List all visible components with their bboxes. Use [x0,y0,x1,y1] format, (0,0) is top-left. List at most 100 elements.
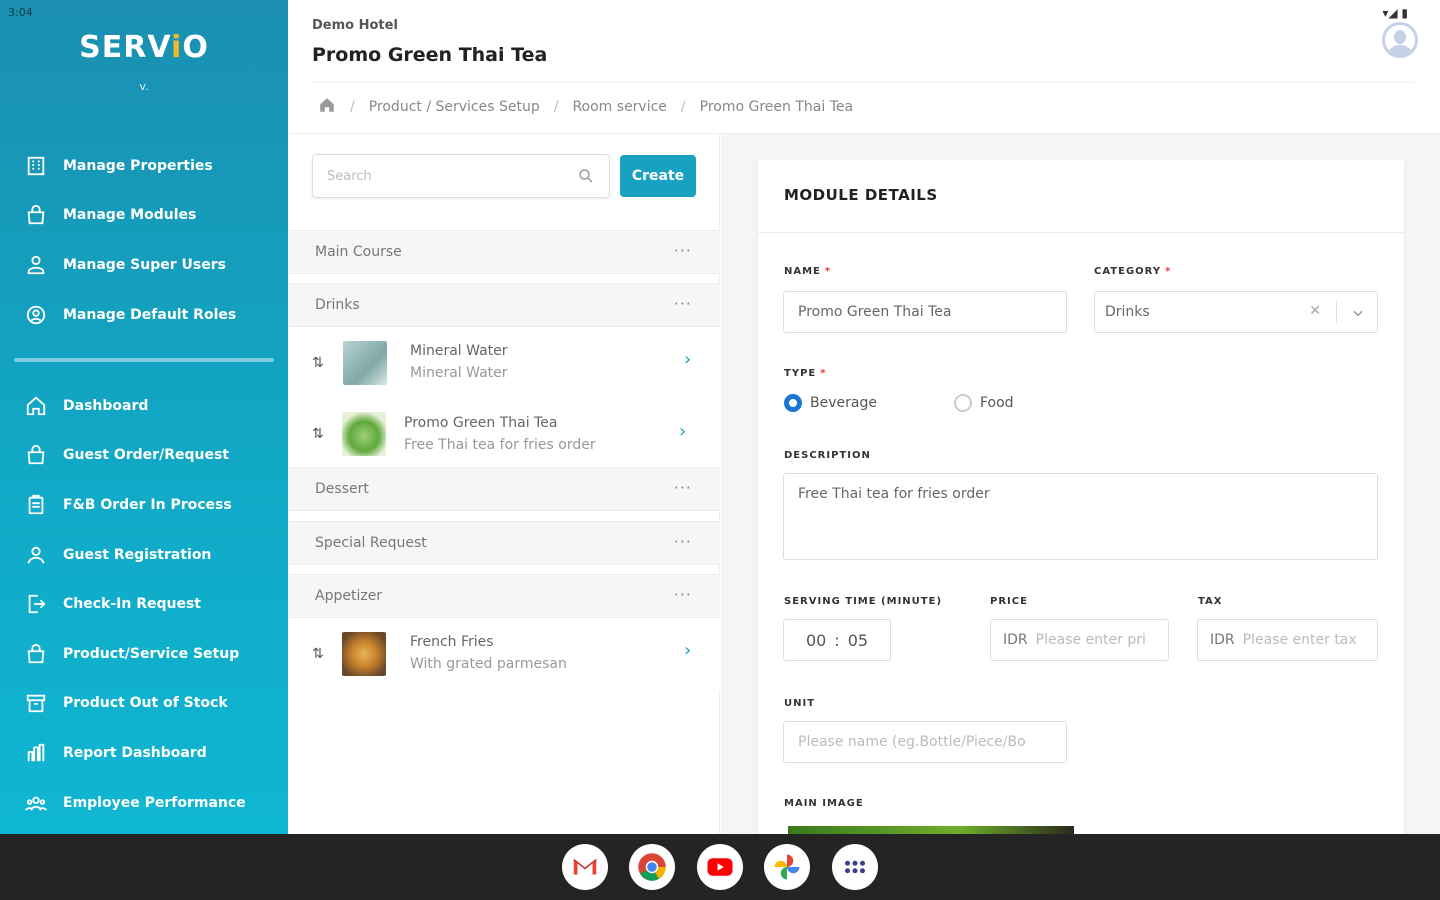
clipboard-icon [24,493,48,517]
bag-icon [24,443,48,467]
description-textarea[interactable]: Free Thai tea for fries order [783,473,1378,560]
sidebar-item-product-out-of-stock[interactable]: Product Out of Stock [0,679,288,729]
more-icon[interactable]: ··· [674,532,692,551]
serving-time-field[interactable]: 00:05 [783,619,891,661]
sidebar-item-product-service-setup[interactable]: Product/Service Setup [0,629,288,679]
chevron-right-icon[interactable]: › [679,421,686,442]
app-launcher-icon[interactable] [832,844,878,890]
breadcrumb-current: Promo Green Thai Tea [699,99,854,115]
drag-handle-icon[interactable]: ⇅ [312,355,324,371]
photos-icon[interactable] [764,844,810,890]
sidebar-item-guest-registration[interactable]: Guest Registration [0,530,288,580]
role-icon [24,303,48,327]
type-label: TYPE * [784,368,827,379]
hotel-name: Demo Hotel [312,18,398,33]
checkin-icon [24,592,48,616]
chart-icon [24,741,48,765]
sidebar-item-guest-order[interactable]: Guest Order/Request [0,431,288,481]
product-row-promo-green-thai-tea[interactable]: ⇅ Promo Green Thai Tea Free Thai tea for… [288,401,720,467]
youtube-icon[interactable] [697,844,743,890]
archive-icon [24,691,48,715]
more-icon[interactable]: ··· [674,241,692,260]
breadcrumb: / Product / Services Setup / Room servic… [318,96,853,118]
users-icon [24,253,48,277]
admin-nav: Manage Properties Manage Modules Manage … [0,141,288,339]
sidebar-item-check-in-request[interactable]: Check-In Request [0,579,288,629]
sidebar-item-report-dashboard[interactable]: Report Dashboard [0,728,288,778]
sidebar-item-manage-super-users[interactable]: Manage Super Users [0,240,288,290]
product-row-mineral-water[interactable]: ⇅ Mineral Water Mineral Water › [288,327,720,399]
product-thumbnail [342,412,386,456]
card-title: MODULE DETAILS [784,186,938,204]
type-radio-beverage[interactable]: Beverage [784,394,877,412]
sidebar-item-dashboard[interactable]: Dashboard [0,381,288,431]
app-version: v. [139,80,149,93]
sidebar-item-manage-default-roles[interactable]: Manage Default Roles [0,290,288,340]
radio-unchecked [954,394,972,412]
gmail-icon[interactable] [562,844,608,890]
status-icons: ▾◢ ▮ [1382,6,1408,20]
product-row-french-fries[interactable]: ⇅ French Fries With grated parmesan › [288,618,720,690]
sidebar-item-employee-performance[interactable]: Employee Performance [0,778,288,828]
taskbar [0,834,1440,900]
category-appetizer[interactable]: Appetizer ··· [288,574,720,618]
chevron-down-icon[interactable] [1351,306,1365,320]
chevron-right-icon[interactable]: › [684,640,691,661]
search-icon[interactable] [577,167,595,185]
unit-label: UNIT [784,698,816,709]
tax-label: TAX [1198,596,1223,607]
status-time: 3:04 [8,6,33,19]
drag-handle-icon[interactable]: ⇅ [312,426,324,442]
breadcrumb-room-service[interactable]: Room service [572,99,666,115]
search-box [312,154,610,198]
product-thumbnail [343,341,387,385]
category-dessert[interactable]: Dessert ··· [288,467,720,511]
category-select[interactable]: Drinks ✕ [1094,291,1378,333]
chevron-right-icon[interactable]: › [684,349,691,370]
name-label: NAME * [784,266,832,277]
tax-field[interactable]: IDR Please enter tax [1197,619,1378,661]
main-nav: Dashboard Guest Order/Request F&B Order … [0,381,288,827]
drag-handle-icon[interactable]: ⇅ [312,646,324,662]
user-icon [24,543,48,567]
more-icon[interactable]: ··· [674,478,692,497]
breadcrumb-product-setup[interactable]: Product / Services Setup [369,99,540,115]
app-logo: SERViO [79,30,209,65]
unit-field[interactable]: Please name (eg.Bottle/Piece/Bo [783,721,1067,763]
create-button[interactable]: Create [620,155,696,197]
description-label: DESCRIPTION [784,450,871,461]
sidebar-item-manage-properties[interactable]: Manage Properties [0,141,288,191]
price-field[interactable]: IDR Please enter pri [990,619,1169,661]
category-drinks[interactable]: Drinks ··· [288,283,720,327]
product-thumbnail [342,632,386,676]
main-image-preview[interactable] [788,826,1074,834]
price-label: PRICE [990,596,1028,607]
product-list-panel: Create Main Course ··· Drinks ··· ⇅ Mine… [288,134,720,834]
chrome-icon[interactable] [629,844,675,890]
bag-icon [24,203,48,227]
search-input[interactable] [313,155,563,197]
sidebar-item-fnb-order[interactable]: F&B Order In Process [0,480,288,530]
more-icon[interactable]: ··· [674,294,692,313]
main-image-label: MAIN IMAGE [784,798,864,809]
category-special-request[interactable]: Special Request ··· [288,521,720,565]
serving-time-label: SERVING TIME (MINUTE) [784,596,943,607]
name-field[interactable]: Promo Green Thai Tea [783,291,1067,333]
category-main-course[interactable]: Main Course ··· [288,230,720,274]
more-icon[interactable]: ··· [674,585,692,604]
team-icon [24,791,48,815]
building-icon [24,154,48,178]
sidebar-item-manage-modules[interactable]: Manage Modules [0,191,288,241]
type-radio-food[interactable]: Food [954,394,1014,412]
bag-icon [24,642,48,666]
home-icon[interactable] [318,96,336,118]
category-label: CATEGORY * [1094,266,1172,277]
clear-icon[interactable]: ✕ [1309,303,1321,319]
module-details-card: MODULE DETAILS NAME * Promo Green Thai Te… [758,160,1404,834]
page-header: Demo Hotel Promo Green Thai Tea ▾◢ ▮ / P… [288,0,1440,134]
header-divider [312,82,1414,83]
home-icon [24,394,48,418]
sidebar: 3:04 SERViO v. Manage Properties Manage … [0,0,288,834]
avatar[interactable] [1382,22,1418,58]
sidebar-divider [14,358,274,362]
